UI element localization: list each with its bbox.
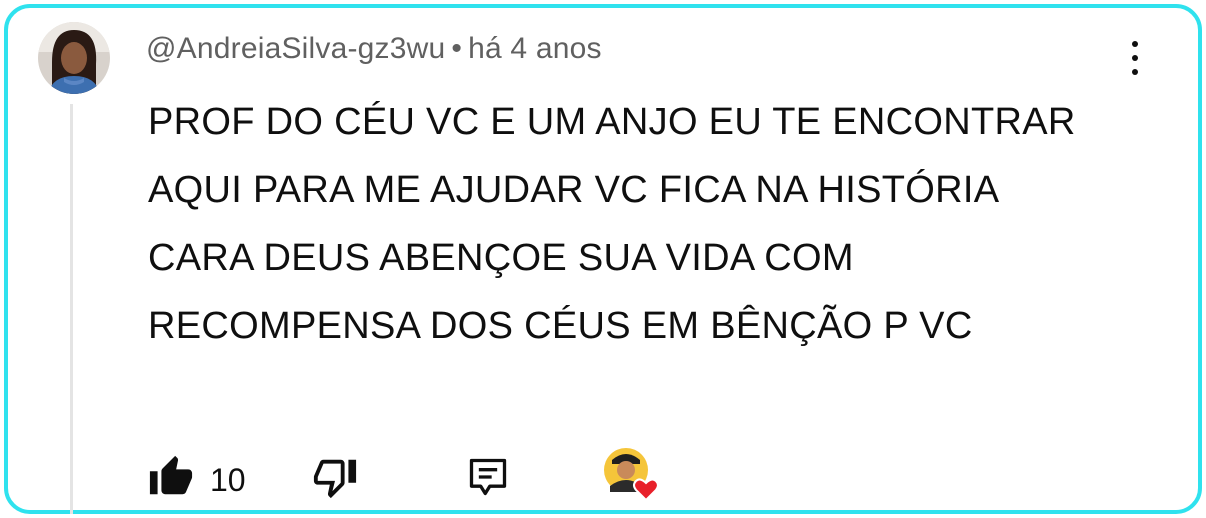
comment-card: @AndreiaSilva-gz3wu • há 4 anos PROF DO CÉ… — [4, 4, 1202, 514]
reply-button[interactable] — [466, 454, 510, 505]
dislike-button[interactable] — [312, 454, 358, 505]
creator-avatar — [604, 448, 659, 502]
meta-separator: • — [451, 32, 463, 65]
thumbs-down-icon — [313, 459, 357, 499]
heart-icon — [633, 478, 659, 502]
comment-meta: @AndreiaSilva-gz3wu • há 4 anos — [146, 32, 602, 66]
thread-line — [70, 104, 73, 514]
author-handle[interactable]: @AndreiaSilva-gz3wu — [146, 32, 445, 65]
more-vertical-icon[interactable] — [1120, 38, 1150, 82]
like-count: 10 — [210, 462, 246, 498]
thumbs-up-icon — [149, 455, 193, 495]
like-button[interactable] — [148, 454, 194, 505]
reply-comment-icon — [469, 458, 507, 496]
creator-heart-badge[interactable] — [602, 446, 662, 506]
comment-text: PROF DO CÉU VC E UM ANJO EU TE ENCONTRAR… — [148, 101, 1076, 347]
avatar-image — [38, 22, 110, 94]
author-avatar[interactable] — [38, 22, 110, 94]
comment-timestamp[interactable]: há 4 anos — [468, 32, 602, 65]
